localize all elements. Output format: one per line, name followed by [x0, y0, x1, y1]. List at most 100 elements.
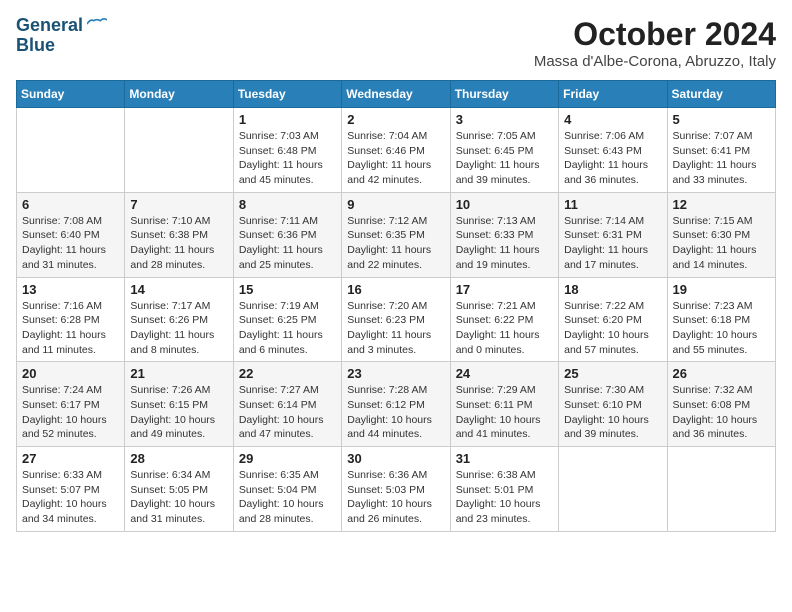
calendar-cell	[559, 447, 667, 532]
day-info: Sunrise: 6:33 AM Sunset: 5:07 PM Dayligh…	[22, 468, 119, 527]
day-number: 27	[22, 451, 119, 466]
day-info: Sunrise: 7:19 AM Sunset: 6:25 PM Dayligh…	[239, 299, 336, 358]
day-number: 5	[673, 112, 770, 127]
calendar-cell: 18 Sunrise: 7:22 AM Sunset: 6:20 PM Dayli…	[559, 277, 667, 362]
calendar-cell	[667, 447, 775, 532]
day-number: 1	[239, 112, 336, 127]
day-number: 3	[456, 112, 553, 127]
day-number: 8	[239, 197, 336, 212]
day-info: Sunrise: 6:35 AM Sunset: 5:04 PM Dayligh…	[239, 468, 336, 527]
calendar-cell: 16 Sunrise: 7:20 AM Sunset: 6:23 PM Dayli…	[342, 277, 450, 362]
day-info: Sunrise: 7:23 AM Sunset: 6:18 PM Dayligh…	[673, 299, 770, 358]
week-row-1: 1 Sunrise: 7:03 AM Sunset: 6:48 PM Daylig…	[17, 108, 776, 193]
weekday-header-sunday: Sunday	[17, 81, 125, 108]
calendar-cell: 25 Sunrise: 7:30 AM Sunset: 6:10 PM Dayli…	[559, 362, 667, 447]
day-number: 18	[564, 282, 661, 297]
weekday-header-wednesday: Wednesday	[342, 81, 450, 108]
day-info: Sunrise: 7:11 AM Sunset: 6:36 PM Dayligh…	[239, 214, 336, 273]
day-number: 28	[130, 451, 227, 466]
day-number: 2	[347, 112, 444, 127]
day-info: Sunrise: 7:08 AM Sunset: 6:40 PM Dayligh…	[22, 214, 119, 273]
day-number: 4	[564, 112, 661, 127]
logo-text: General Blue	[16, 16, 83, 56]
calendar-cell: 21 Sunrise: 7:26 AM Sunset: 6:15 PM Dayli…	[125, 362, 233, 447]
day-info: Sunrise: 7:05 AM Sunset: 6:45 PM Dayligh…	[456, 129, 553, 188]
calendar-cell: 3 Sunrise: 7:05 AM Sunset: 6:45 PM Daylig…	[450, 108, 558, 193]
day-number: 7	[130, 197, 227, 212]
day-number: 11	[564, 197, 661, 212]
week-row-4: 20 Sunrise: 7:24 AM Sunset: 6:17 PM Dayli…	[17, 362, 776, 447]
day-number: 10	[456, 197, 553, 212]
calendar-cell: 11 Sunrise: 7:14 AM Sunset: 6:31 PM Dayli…	[559, 192, 667, 277]
day-number: 21	[130, 366, 227, 381]
calendar-cell	[125, 108, 233, 193]
calendar-cell: 29 Sunrise: 6:35 AM Sunset: 5:04 PM Dayli…	[233, 447, 341, 532]
calendar-cell: 8 Sunrise: 7:11 AM Sunset: 6:36 PM Daylig…	[233, 192, 341, 277]
day-number: 23	[347, 366, 444, 381]
calendar-cell: 31 Sunrise: 6:38 AM Sunset: 5:01 PM Dayli…	[450, 447, 558, 532]
day-number: 25	[564, 366, 661, 381]
day-info: Sunrise: 7:24 AM Sunset: 6:17 PM Dayligh…	[22, 383, 119, 442]
day-info: Sunrise: 7:28 AM Sunset: 6:12 PM Dayligh…	[347, 383, 444, 442]
day-info: Sunrise: 7:03 AM Sunset: 6:48 PM Dayligh…	[239, 129, 336, 188]
day-info: Sunrise: 7:10 AM Sunset: 6:38 PM Dayligh…	[130, 214, 227, 273]
day-info: Sunrise: 7:20 AM Sunset: 6:23 PM Dayligh…	[347, 299, 444, 358]
weekday-header-tuesday: Tuesday	[233, 81, 341, 108]
day-info: Sunrise: 7:27 AM Sunset: 6:14 PM Dayligh…	[239, 383, 336, 442]
day-info: Sunrise: 7:04 AM Sunset: 6:46 PM Dayligh…	[347, 129, 444, 188]
day-number: 19	[673, 282, 770, 297]
day-info: Sunrise: 7:30 AM Sunset: 6:10 PM Dayligh…	[564, 383, 661, 442]
day-number: 20	[22, 366, 119, 381]
calendar-cell: 10 Sunrise: 7:13 AM Sunset: 6:33 PM Dayli…	[450, 192, 558, 277]
calendar-cell: 24Sunrise: 7:29 AM Sunset: 6:11 PM Dayli…	[450, 362, 558, 447]
day-info: Sunrise: 7:22 AM Sunset: 6:20 PM Dayligh…	[564, 299, 661, 358]
weekday-header-friday: Friday	[559, 81, 667, 108]
day-info: Sunrise: 6:36 AM Sunset: 5:03 PM Dayligh…	[347, 468, 444, 527]
day-info: Sunrise: 6:34 AM Sunset: 5:05 PM Dayligh…	[130, 468, 227, 527]
day-number: 16	[347, 282, 444, 297]
day-info: Sunrise: 7:13 AM Sunset: 6:33 PM Dayligh…	[456, 214, 553, 273]
calendar-cell: 13Sunrise: 7:16 AM Sunset: 6:28 PM Dayli…	[17, 277, 125, 362]
calendar-cell: 20 Sunrise: 7:24 AM Sunset: 6:17 PM Dayli…	[17, 362, 125, 447]
day-info: Sunrise: 6:38 AM Sunset: 5:01 PM Dayligh…	[456, 468, 553, 527]
day-info: Sunrise: 7:06 AM Sunset: 6:43 PM Dayligh…	[564, 129, 661, 188]
calendar-cell: 27 Sunrise: 6:33 AM Sunset: 5:07 PM Dayli…	[17, 447, 125, 532]
day-info: Sunrise: 7:26 AM Sunset: 6:15 PM Dayligh…	[130, 383, 227, 442]
calendar-cell: 26Sunrise: 7:32 AM Sunset: 6:08 PM Dayli…	[667, 362, 775, 447]
day-number: 29	[239, 451, 336, 466]
day-number: 17	[456, 282, 553, 297]
calendar-cell: 2 Sunrise: 7:04 AM Sunset: 6:46 PM Daylig…	[342, 108, 450, 193]
day-info: Sunrise: 7:14 AM Sunset: 6:31 PM Dayligh…	[564, 214, 661, 273]
calendar-cell: 6 Sunrise: 7:08 AM Sunset: 6:40 PM Daylig…	[17, 192, 125, 277]
weekday-header-row: SundayMondayTuesdayWednesdayThursdayFrid…	[17, 81, 776, 108]
day-number: 31	[456, 451, 553, 466]
logo: General Blue	[16, 16, 107, 56]
calendar-cell: 15 Sunrise: 7:19 AM Sunset: 6:25 PM Dayli…	[233, 277, 341, 362]
day-info: Sunrise: 7:16 AM Sunset: 6:28 PM Dayligh…	[22, 299, 119, 358]
weekday-header-monday: Monday	[125, 81, 233, 108]
title-block: October 2024 Massa d'Albe-Corona, Abruzz…	[534, 16, 776, 70]
calendar-cell: 9 Sunrise: 7:12 AM Sunset: 6:35 PM Daylig…	[342, 192, 450, 277]
calendar-cell: 1 Sunrise: 7:03 AM Sunset: 6:48 PM Daylig…	[233, 108, 341, 193]
day-number: 9	[347, 197, 444, 212]
location-title: Massa d'Albe-Corona, Abruzzo, Italy	[534, 53, 776, 70]
calendar-cell: 17 Sunrise: 7:21 AM Sunset: 6:22 PM Dayli…	[450, 277, 558, 362]
day-number: 12	[673, 197, 770, 212]
weekday-header-saturday: Saturday	[667, 81, 775, 108]
day-number: 22	[239, 366, 336, 381]
calendar-cell: 22 Sunrise: 7:27 AM Sunset: 6:14 PM Dayli…	[233, 362, 341, 447]
day-number: 6	[22, 197, 119, 212]
week-row-3: 13Sunrise: 7:16 AM Sunset: 6:28 PM Dayli…	[17, 277, 776, 362]
calendar-cell: 14 Sunrise: 7:17 AM Sunset: 6:26 PM Dayli…	[125, 277, 233, 362]
week-row-2: 6 Sunrise: 7:08 AM Sunset: 6:40 PM Daylig…	[17, 192, 776, 277]
day-info: Sunrise: 7:21 AM Sunset: 6:22 PM Dayligh…	[456, 299, 553, 358]
day-info: Sunrise: 7:12 AM Sunset: 6:35 PM Dayligh…	[347, 214, 444, 273]
day-info: Sunrise: 7:17 AM Sunset: 6:26 PM Dayligh…	[130, 299, 227, 358]
day-number: 15	[239, 282, 336, 297]
page-header: General Blue October 2024 Massa d'Albe-C…	[16, 16, 776, 70]
day-number: 24	[456, 366, 553, 381]
weekday-header-thursday: Thursday	[450, 81, 558, 108]
day-number: 14	[130, 282, 227, 297]
logo-bird-icon	[87, 16, 107, 32]
week-row-5: 27 Sunrise: 6:33 AM Sunset: 5:07 PM Dayli…	[17, 447, 776, 532]
